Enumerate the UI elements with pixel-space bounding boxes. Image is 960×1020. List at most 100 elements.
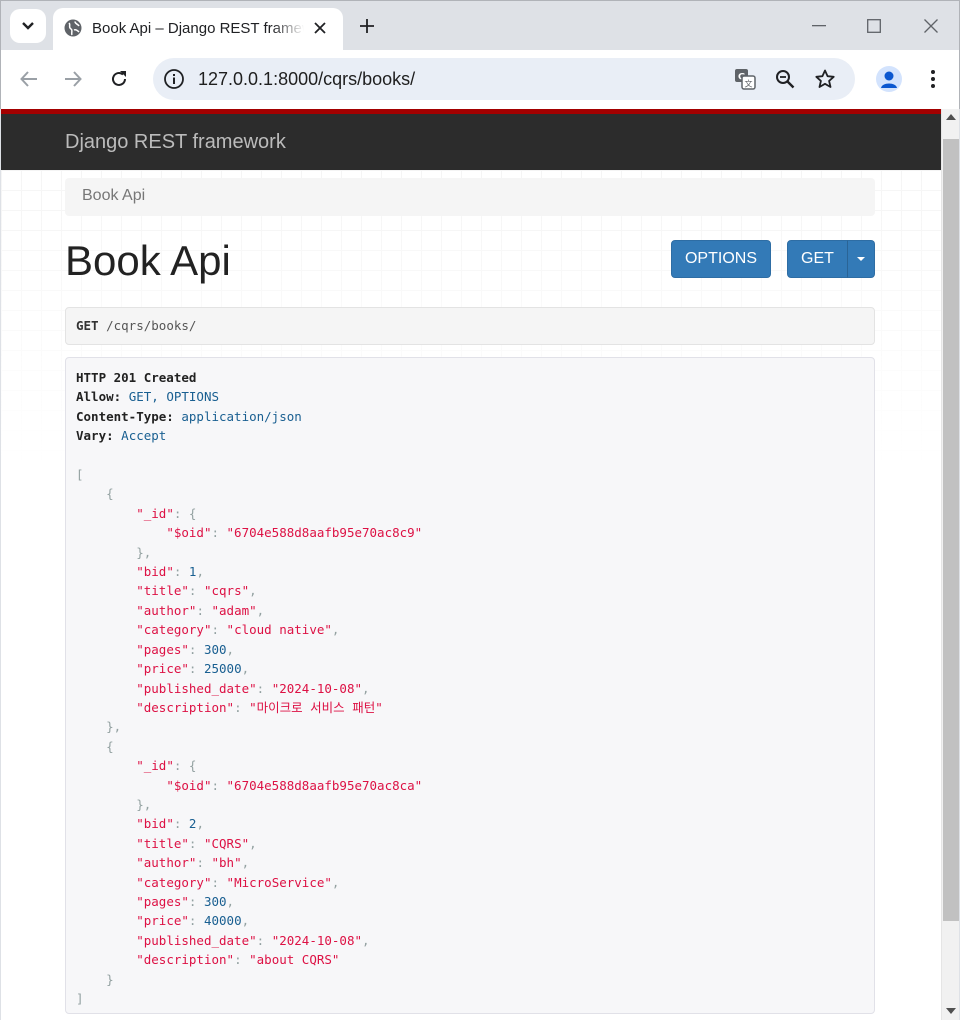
json-punctuation: : — [211, 622, 227, 638]
translate-icon[interactable]: G文 — [733, 67, 757, 91]
json-space — [121, 389, 129, 404]
json-punctuation: : — [188, 893, 204, 909]
request-info: GET /cqrs/books/ — [65, 307, 875, 345]
reload-icon[interactable] — [104, 64, 134, 94]
response-line: "_id": { — [76, 504, 864, 523]
json-punctuation: ] — [76, 991, 84, 1006]
back-icon[interactable] — [14, 64, 44, 94]
json-punctuation: : — [234, 699, 250, 715]
get-button[interactable]: GET — [787, 240, 848, 278]
json-key: "category" — [136, 874, 212, 890]
json-number-value: 300 — [203, 641, 227, 657]
header-key: Allow: — [76, 389, 122, 405]
menu-dots-icon[interactable] — [921, 66, 945, 92]
json-key: "author" — [136, 855, 197, 871]
site-info-icon[interactable] — [163, 68, 185, 90]
active-tab[interactable]: Book Api – Django REST framework — [53, 8, 343, 51]
request-method: GET — [76, 318, 99, 333]
json-key: "published_date" — [136, 680, 257, 696]
json-punctuation: [ — [76, 467, 84, 483]
json-punctuation: }, — [136, 796, 152, 812]
json-key: "description" — [136, 952, 235, 968]
response-line: ] — [76, 989, 864, 1008]
json-string-value: "bh" — [211, 855, 242, 871]
json-punctuation: , — [241, 913, 250, 929]
forward-icon[interactable] — [58, 64, 88, 94]
vertical-scrollbar[interactable] — [941, 109, 959, 1020]
json-punctuation: : — [211, 874, 227, 890]
scroll-down-arrow-icon[interactable] — [946, 1008, 956, 1014]
response-line: [ — [76, 465, 864, 484]
json-punctuation: , — [226, 893, 235, 909]
json-punctuation: : — [196, 855, 212, 871]
response-line: "category": "MicroService", — [76, 873, 864, 892]
scrollbar-thumb[interactable] — [943, 139, 959, 921]
get-format-dropdown-button[interactable] — [847, 240, 875, 278]
breadcrumb-item[interactable]: Book Api — [82, 187, 145, 204]
profile-icon[interactable] — [876, 66, 902, 92]
minimize-icon[interactable] — [807, 14, 831, 38]
json-key: "title" — [136, 835, 189, 851]
json-key: "$oid" — [166, 777, 212, 793]
scroll-up-arrow-icon[interactable] — [946, 114, 956, 120]
json-punctuation: , — [196, 564, 204, 580]
response-line: "title": "CQRS", — [76, 834, 864, 853]
response-line: "author": "bh", — [76, 853, 864, 872]
close-window-icon[interactable] — [919, 14, 943, 38]
response-line: }, — [76, 543, 864, 562]
json-string-value: "about CQRS" — [249, 952, 340, 968]
json-punctuation: , — [362, 680, 370, 696]
json-punctuation: , — [196, 816, 204, 832]
json-key: "price" — [136, 661, 189, 677]
plus-icon[interactable] — [355, 14, 379, 38]
response-line: "description": "about CQRS" — [76, 950, 864, 969]
json-punctuation: }, — [136, 544, 152, 560]
response-line: "description": "마이크로 서비스 패턴" — [76, 698, 864, 717]
address-bar[interactable]: 127.0.0.1:8000/cqrs/books/ G文 — [153, 58, 855, 100]
response-line: "published_date": "2024-10-08", — [76, 931, 864, 950]
json-punctuation: { — [106, 738, 114, 754]
json-punctuation: : — [256, 680, 272, 696]
close-icon[interactable] — [309, 17, 331, 39]
response-line: "$oid": "6704e588d8aafb95e70ac8ca" — [76, 776, 864, 795]
json-string-value: "2024-10-08" — [271, 932, 363, 948]
tab-title: Book Api – Django REST framework — [92, 20, 304, 37]
maximize-icon[interactable] — [862, 14, 886, 38]
page-viewport: Django REST framework Book Api Book Api … — [1, 109, 941, 1020]
response-line: "pages": 300, — [76, 892, 864, 911]
json-punctuation: , — [331, 874, 340, 890]
json-punctuation: : — [188, 661, 204, 677]
brand-link[interactable]: Django REST framework — [65, 131, 286, 154]
json-punctuation: : — [188, 583, 204, 599]
options-button[interactable]: OPTIONS — [671, 240, 771, 278]
tab-search-icon[interactable] — [10, 9, 46, 43]
json-punctuation: : — [196, 602, 212, 618]
browser-toolbar: 127.0.0.1:8000/cqrs/books/ G文 — [0, 50, 960, 109]
json-string-value: "cloud native" — [226, 622, 332, 638]
json-string-value: "2024-10-08" — [271, 680, 363, 696]
url-text[interactable]: 127.0.0.1:8000/cqrs/books/ — [198, 69, 415, 90]
json-key: "bid" — [136, 564, 174, 580]
bookmark-star-icon[interactable] — [813, 67, 837, 91]
json-string-value: "adam" — [211, 602, 257, 618]
zoom-icon[interactable] — [773, 67, 797, 91]
response-headers: HTTP 201 Created Allow: GET, OPTIONS Conte… — [76, 368, 864, 465]
json-string-value: "MicroService" — [226, 874, 332, 890]
json-key: "bid" — [136, 816, 174, 832]
json-punctuation: : — [211, 525, 227, 541]
